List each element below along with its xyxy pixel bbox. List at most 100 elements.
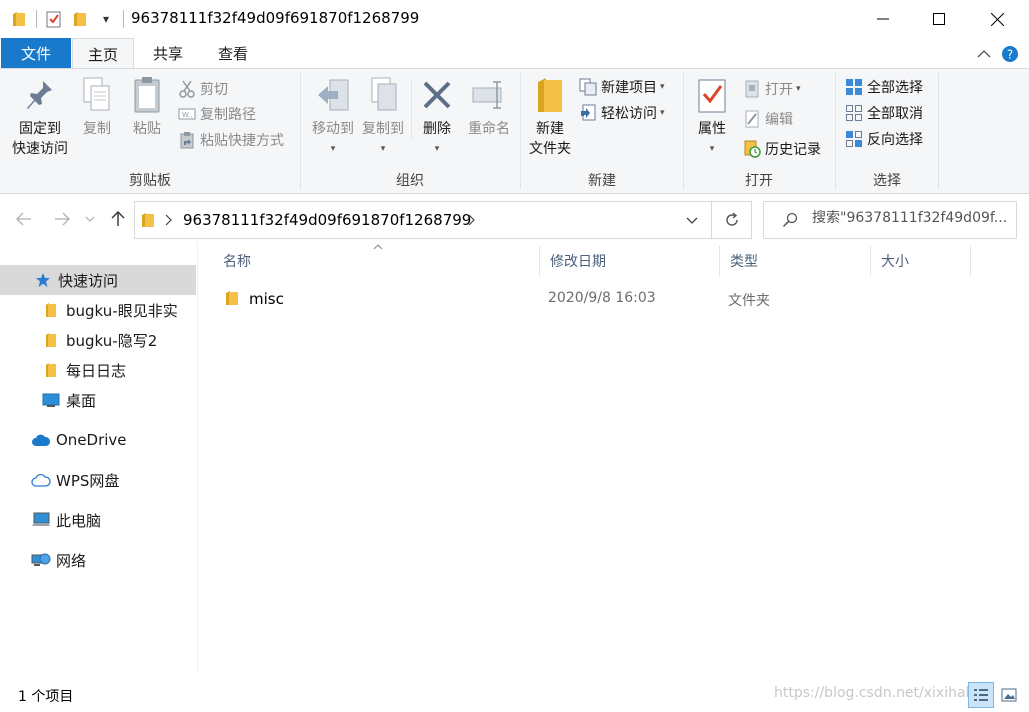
edit-icon [742, 109, 762, 129]
copy-button[interactable]: 复制 [76, 75, 118, 139]
watermark-text: https://blog.csdn.net/xixihah [774, 685, 975, 701]
column-header-modified[interactable]: 修改日期 [540, 246, 720, 276]
nav-onedrive-label: OneDrive [56, 431, 127, 449]
nav-item-bugku-1[interactable]: bugku-眼见非实 [0, 295, 196, 325]
easy-access-button[interactable]: 轻松访问 ▾ [578, 101, 665, 125]
new-group-label: 新建 [588, 173, 616, 189]
column-header-name[interactable]: 名称 [213, 246, 540, 276]
tab-home[interactable]: 主页 [72, 38, 134, 69]
up-arrow-icon[interactable] [106, 207, 130, 231]
cut-button[interactable]: 剪切 [177, 77, 228, 101]
breadcrumb-chevron-icon[interactable] [165, 214, 173, 230]
copy-path-label: 复制路径 [200, 107, 256, 123]
tab-share[interactable]: 共享 [140, 38, 196, 68]
column-header-size[interactable]: 大小 [871, 246, 971, 276]
rename-button[interactable]: 重命名 [461, 75, 517, 139]
rename-label: 重命名 [468, 121, 510, 137]
nav-network-label: 网络 [56, 551, 87, 570]
nav-this-pc[interactable]: 此电脑 [0, 505, 196, 535]
copy-label: 复制 [83, 121, 111, 137]
search-box[interactable] [763, 201, 1017, 239]
copy-to-icon [365, 75, 401, 115]
invert-selection-button[interactable]: 反向选择 [844, 127, 923, 151]
select-none-button[interactable]: 全部取消 [844, 101, 923, 125]
nav-item-daily-log[interactable]: 每日日志 [0, 355, 196, 385]
maximize-button[interactable] [910, 0, 968, 38]
group-separator [938, 73, 939, 189]
copy-path-icon: W.. [177, 104, 197, 124]
folder-icon [532, 75, 568, 115]
breadcrumb-current-folder[interactable]: 96378111f32f49d09f691870f1268799 [183, 211, 471, 229]
history-icon [742, 139, 762, 159]
folder-icon [8, 8, 30, 30]
history-button[interactable]: 历史记录 [742, 137, 821, 161]
properties-icon[interactable] [43, 8, 65, 30]
nav-quick-access[interactable]: 快速访问 [0, 265, 196, 295]
qat-dropdown[interactable]: ▾ [95, 8, 117, 30]
select-all-button[interactable]: 全部选择 [844, 75, 923, 99]
paste-button[interactable]: 粘贴 [124, 75, 170, 139]
paste-shortcut-button[interactable]: 粘贴快捷方式 [177, 128, 284, 152]
nav-wps-drive[interactable]: WPS网盘 [0, 465, 196, 495]
chevron-up-icon[interactable] [973, 44, 995, 64]
ribbon: 固定到 快速访问 复制 粘贴 剪切 W.. 复制路径 粘贴快捷方式 剪贴板 移动… [0, 68, 1029, 194]
forward-arrow-icon[interactable] [50, 207, 74, 231]
nav-item-label: 桌面 [66, 391, 97, 410]
nav-wps-label: WPS网盘 [56, 471, 120, 490]
select-none-label: 全部取消 [867, 106, 923, 122]
folder-icon [40, 329, 62, 351]
column-header-type[interactable]: 类型 [720, 246, 871, 276]
file-list: 名称 修改日期 类型 大小 misc 2020/9/8 16:03 文件夹 [199, 242, 1029, 672]
nav-item-desktop[interactable]: 桌面 [0, 385, 196, 415]
address-bar[interactable]: 96378111f32f49d09f691870f1268799 [134, 201, 712, 239]
open-caret: ▾ [796, 84, 801, 94]
edit-label: 编辑 [765, 112, 793, 128]
nav-item-bugku-2[interactable]: bugku-隐写2 [0, 325, 196, 355]
new-folder-icon[interactable] [69, 8, 91, 30]
pin-quick-access-button[interactable]: 固定到 快速访问 [8, 75, 72, 159]
refresh-icon [725, 212, 738, 226]
open-icon [742, 79, 762, 99]
properties-label: 属性 [698, 121, 726, 137]
tab-view[interactable]: 查看 [204, 38, 262, 68]
table-row[interactable]: misc 2020/9/8 16:03 文件夹 [213, 286, 993, 312]
folder-icon [141, 212, 155, 232]
copy-to-label: 复制到 [362, 121, 404, 137]
clipboard-group-label: 剪贴板 [129, 173, 171, 189]
search-input[interactable] [812, 210, 1012, 226]
move-to-label: 移动到 [312, 121, 354, 137]
new-group: 新建 文件夹 新建项目 ▾ 轻松访问 ▾ 新建 [521, 69, 683, 194]
folder-icon [40, 359, 62, 381]
help-icon[interactable]: ? [999, 44, 1021, 64]
copy-to-button[interactable]: 复制到 ▾ [355, 75, 411, 159]
breadcrumb-chevron-icon[interactable] [468, 214, 476, 230]
search-icon [782, 212, 798, 232]
address-dropdown-chevron-icon[interactable] [671, 202, 711, 238]
large-icons-view-button[interactable] [996, 682, 1022, 708]
qat-separator [36, 10, 37, 28]
invert-selection-icon [844, 129, 864, 149]
svg-text:?: ? [1007, 48, 1013, 62]
properties-button[interactable]: 属性 ▾ [692, 75, 732, 159]
minimize-button[interactable] [854, 0, 912, 38]
nav-onedrive[interactable]: OneDrive [0, 425, 196, 455]
copy-path-button[interactable]: W.. 复制路径 [177, 102, 256, 126]
tab-file[interactable]: 文件 [1, 38, 71, 68]
easy-access-caret: ▾ [660, 108, 665, 118]
easy-access-icon [578, 103, 598, 123]
open-group-label: 打开 [745, 173, 773, 189]
close-button[interactable] [968, 0, 1026, 38]
delete-x-icon [419, 75, 455, 115]
open-button[interactable]: 打开 ▾ [742, 77, 801, 101]
new-item-button[interactable]: 新建项目 ▾ [578, 75, 665, 99]
new-folder-button[interactable]: 新建 文件夹 [525, 75, 575, 159]
new-folder-label-2: 文件夹 [529, 141, 571, 157]
move-to-button[interactable]: 移动到 ▾ [305, 75, 361, 159]
nav-network[interactable]: 网络 [0, 545, 196, 575]
refresh-button[interactable] [712, 201, 752, 239]
delete-button[interactable]: 删除 ▾ [417, 75, 457, 159]
back-arrow-icon[interactable] [12, 207, 36, 231]
details-view-button[interactable] [968, 682, 994, 708]
recent-locations-chevron-icon[interactable] [82, 207, 98, 231]
edit-button[interactable]: 编辑 [742, 107, 793, 131]
